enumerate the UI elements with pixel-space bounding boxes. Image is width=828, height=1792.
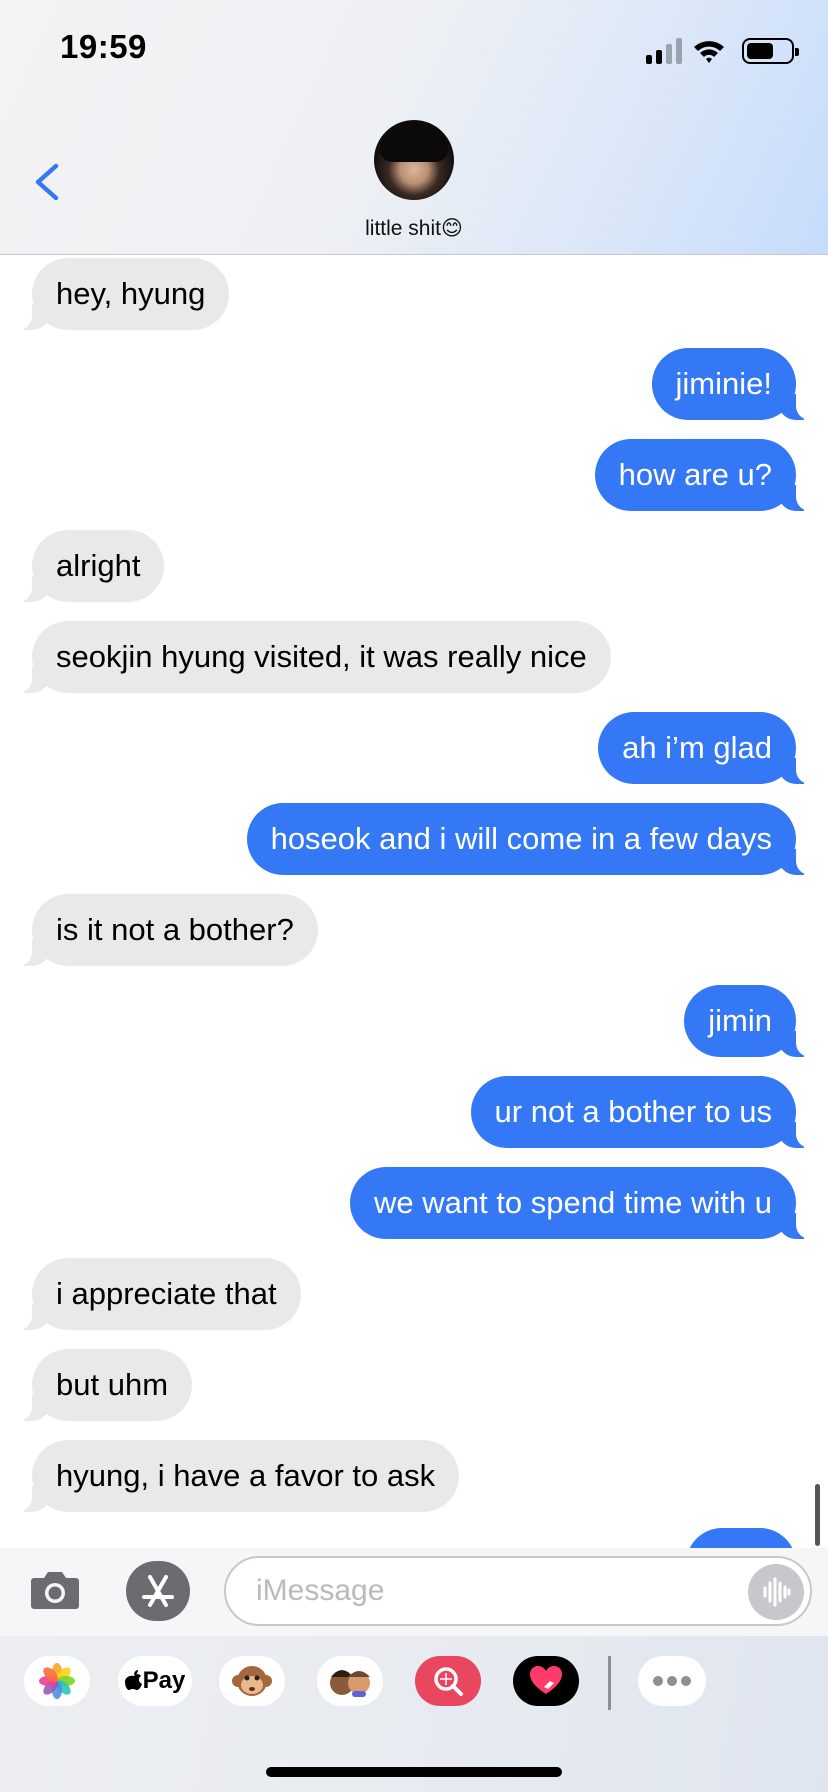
monkey-icon <box>232 1666 272 1696</box>
battery-icon <box>742 38 799 64</box>
apple-pay-app[interactable]: Pay <box>118 1656 192 1706</box>
message-bubble-incoming[interactable]: but uhm <box>7 1349 193 1421</box>
message-bubble-outgoing[interactable]: hoseok and i will come in a few days <box>246 803 821 875</box>
search-images-icon <box>434 1667 463 1696</box>
digital-touch-app[interactable] <box>513 1656 579 1706</box>
home-indicator[interactable] <box>266 1767 562 1777</box>
more-icon <box>653 1676 691 1686</box>
memoji-icon <box>330 1670 370 1697</box>
app-store-button[interactable] <box>126 1561 190 1621</box>
message-bubble-incoming[interactable]: hyung, i have a favor to ask <box>7 1440 460 1512</box>
app-store-icon <box>142 1575 174 1607</box>
message-bubble-incoming[interactable]: alright <box>7 530 165 602</box>
status-icons <box>646 36 799 66</box>
photos-app[interactable] <box>24 1656 90 1706</box>
apple-icon <box>124 1670 142 1690</box>
messages-screen: hey, hyung jiminie! how are u? alright s… <box>0 0 828 1792</box>
signal-icon <box>646 38 682 64</box>
audio-waveform-icon <box>763 1577 791 1607</box>
message-bubble-outgoing-partial[interactable] <box>686 1528 796 1548</box>
message-bubble-incoming[interactable]: i appreciate that <box>8 1258 301 1330</box>
images-search-app[interactable] <box>415 1656 481 1706</box>
digital-touch-icon <box>530 1666 562 1694</box>
contact-name[interactable]: little shit😊 <box>0 216 828 241</box>
dictation-button[interactable] <box>748 1564 804 1620</box>
back-chevron-icon[interactable] <box>28 160 68 204</box>
message-bubble-outgoing[interactable]: ur not a bother to us <box>470 1076 821 1148</box>
more-apps-button[interactable] <box>638 1656 706 1706</box>
camera-icon[interactable] <box>30 1568 80 1610</box>
memoji-app[interactable] <box>317 1656 383 1706</box>
message-bubble-incoming[interactable]: hey, hyung <box>7 258 230 330</box>
wifi-icon <box>694 41 724 63</box>
imessage-input[interactable] <box>224 1556 812 1626</box>
message-bubble-outgoing[interactable]: jiminie! <box>651 348 821 420</box>
drawer-divider <box>608 1656 611 1710</box>
app-drawer: Pay <box>0 1636 828 1792</box>
message-bubble-outgoing[interactable]: ah i’m glad <box>598 712 820 784</box>
message-bubble-outgoing[interactable]: how are u? <box>594 439 821 511</box>
contact-avatar[interactable] <box>374 120 454 200</box>
message-bubble-incoming[interactable]: seokjin hyung visited, it was really nic… <box>8 621 611 693</box>
animoji-app[interactable] <box>219 1656 285 1706</box>
status-time: 19:59 <box>60 28 147 65</box>
message-bubble-outgoing[interactable]: jimin <box>684 985 820 1057</box>
message-bubble-outgoing[interactable]: we want to spend time with u <box>349 1167 821 1239</box>
message-bubble-incoming[interactable]: is it not a bother? <box>8 894 318 966</box>
scrollbar[interactable] <box>815 1484 820 1546</box>
compose-bar <box>0 1548 828 1636</box>
photos-icon <box>39 1663 75 1699</box>
conversation-header: 19:59 little shit😊 <box>0 0 828 255</box>
